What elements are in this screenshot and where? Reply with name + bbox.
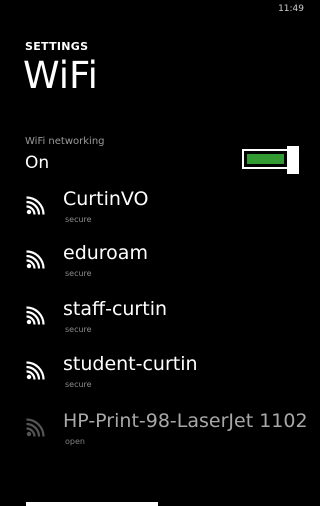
- network-item[interactable]: student-curtin secure: [0, 353, 304, 401]
- toggle-track: [242, 149, 289, 169]
- wifi-toggle-caption: WiFi networking: [25, 136, 105, 147]
- network-security-status: secure: [65, 380, 92, 389]
- network-item[interactable]: HP-Print-98-LaserJet 1102 open: [0, 410, 308, 458]
- network-security-status: secure: [65, 325, 92, 334]
- network-name: eduroam: [63, 242, 148, 264]
- network-security-status: open: [65, 437, 85, 446]
- toggle-thumb[interactable]: [287, 146, 299, 174]
- wifi-signal-icon: [26, 306, 45, 325]
- settings-section-label: SETTINGS: [25, 40, 89, 53]
- network-name: student-curtin: [63, 353, 198, 375]
- network-security-status: secure: [65, 269, 92, 278]
- status-time: 11:49: [278, 4, 304, 14]
- toggle-fill: [247, 154, 284, 164]
- network-name: staff-curtin: [63, 298, 168, 320]
- wifi-signal-icon: [26, 250, 45, 269]
- network-name: CurtinVO: [63, 188, 149, 210]
- wifi-toggle-switch[interactable]: [242, 146, 304, 174]
- network-item[interactable]: eduroam secure: [0, 242, 304, 290]
- wifi-signal-icon: [26, 361, 45, 380]
- bottom-divider: [26, 502, 158, 506]
- wifi-signal-icon: [26, 418, 45, 437]
- network-security-status: secure: [65, 215, 92, 224]
- page-title: WiFi: [23, 54, 98, 97]
- network-name: HP-Print-98-LaserJet 1102: [63, 410, 308, 432]
- wifi-toggle-value: On: [25, 153, 50, 173]
- network-item[interactable]: staff-curtin secure: [0, 298, 304, 346]
- network-item[interactable]: CurtinVO secure: [0, 188, 304, 236]
- wifi-signal-icon: [26, 196, 45, 215]
